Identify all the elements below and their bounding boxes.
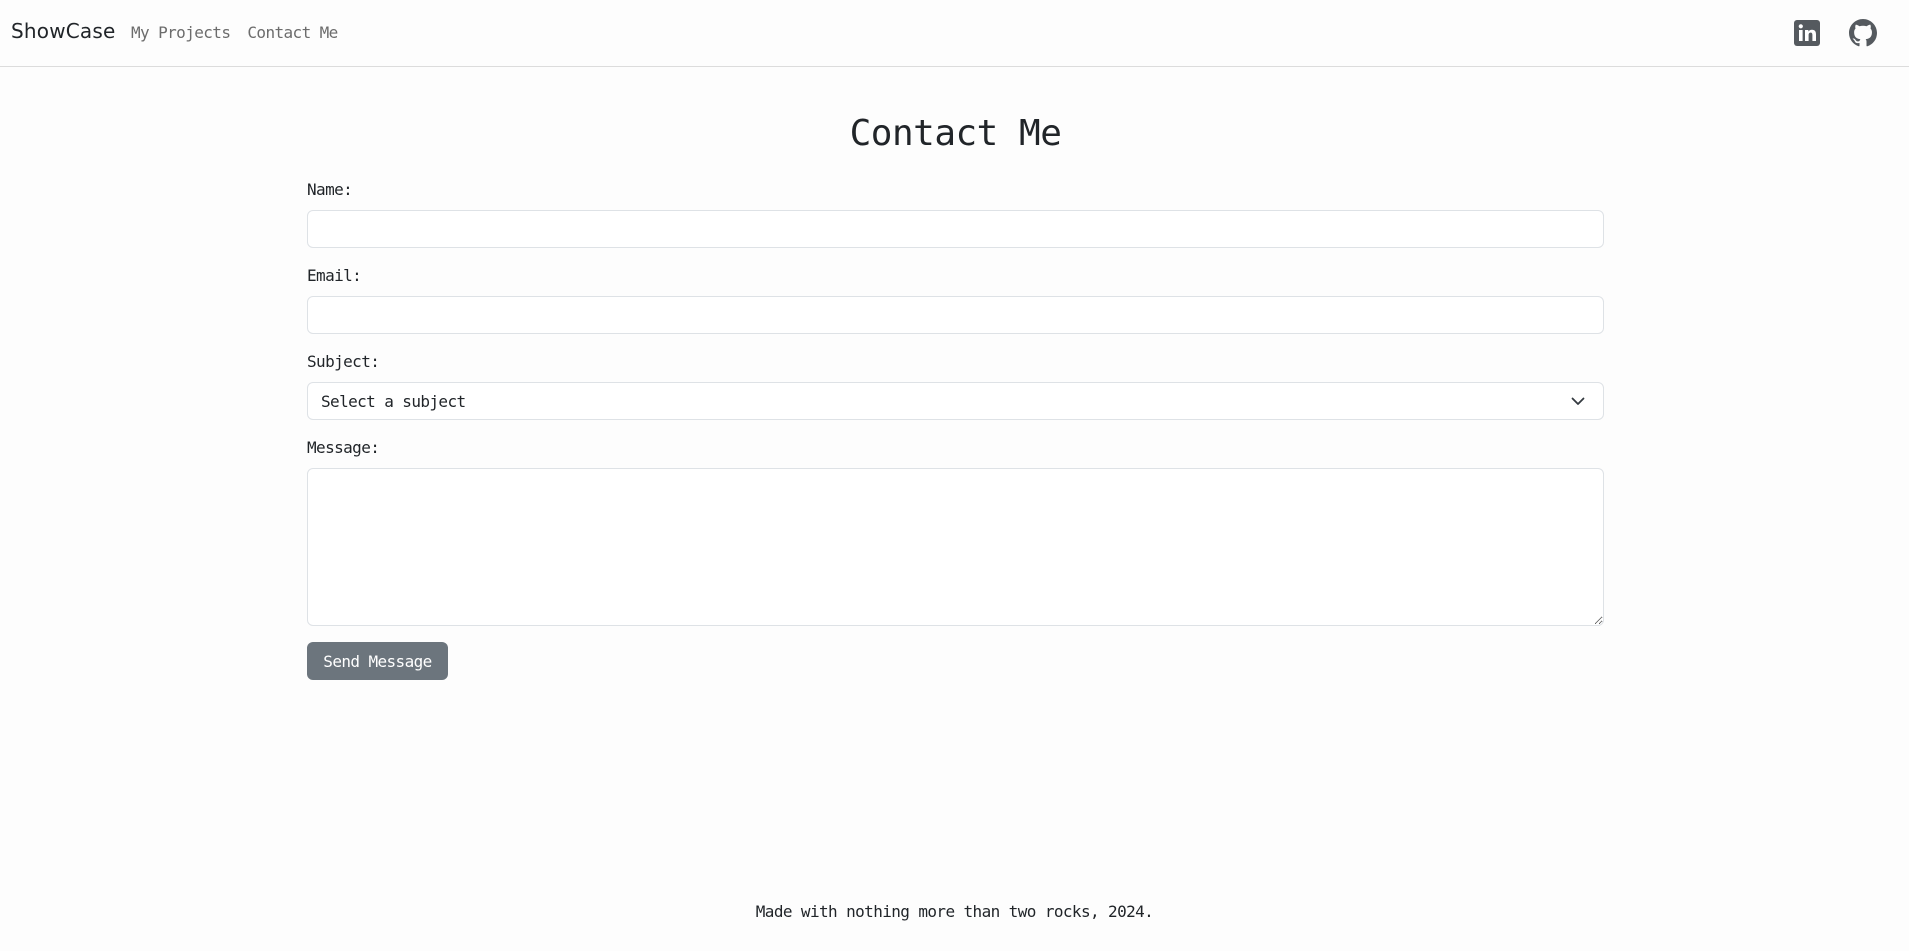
subject-label: Subject: — [307, 352, 380, 371]
name-label: Name: — [307, 180, 353, 199]
nav-link-my-projects[interactable]: My Projects — [131, 23, 231, 42]
linkedin-icon[interactable] — [1793, 19, 1821, 47]
footer: Made with nothing more than two rocks, 2… — [0, 902, 1909, 921]
page-title: Contact Me — [849, 113, 1062, 154]
email-label: Email: — [307, 266, 362, 285]
nav-link-contact-me[interactable]: Contact Me — [247, 23, 338, 42]
github-icon[interactable] — [1849, 19, 1877, 47]
name-input[interactable] — [307, 210, 1604, 248]
subject-select[interactable]: Select a subject — [307, 382, 1604, 420]
nav-links: My Projects Contact Me — [131, 23, 338, 42]
brand-link[interactable]: ShowCase — [11, 19, 116, 43]
top-navbar: ShowCase My Projects Contact Me — [0, 0, 1909, 67]
subject-selected-value: Select a subject — [321, 391, 466, 411]
message-label: Message: — [307, 438, 380, 457]
footer-text: Made with nothing more than two rocks, 2… — [755, 902, 1154, 921]
message-textarea[interactable] — [307, 468, 1604, 626]
send-message-button[interactable]: Send Message — [307, 642, 448, 680]
email-input[interactable] — [307, 296, 1604, 334]
chevron-down-icon — [1571, 397, 1585, 405]
